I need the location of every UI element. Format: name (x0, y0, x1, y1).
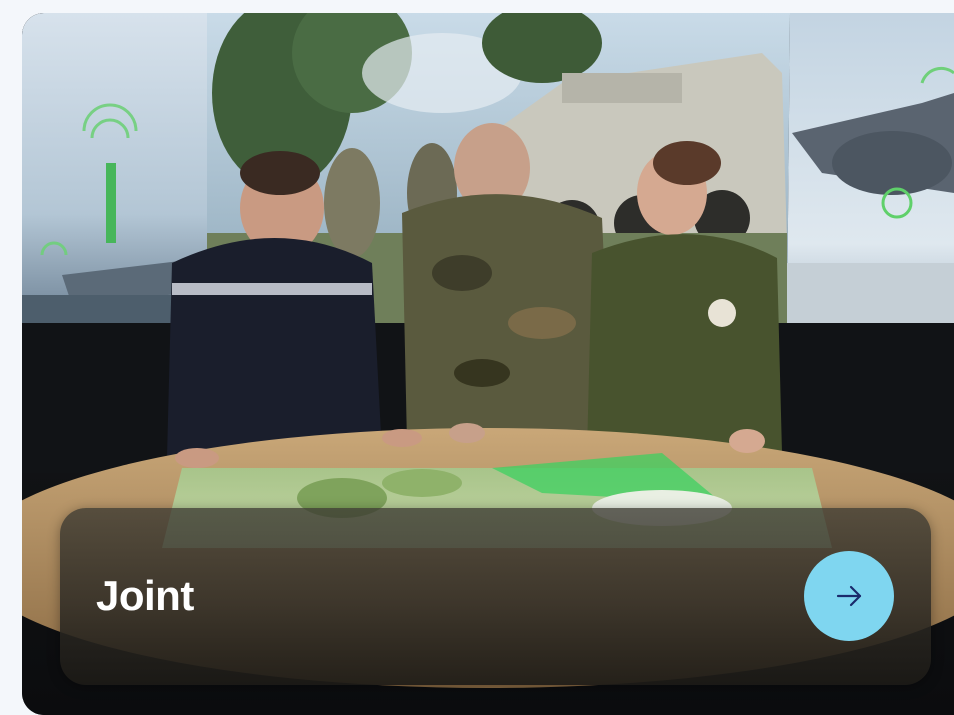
card-arrow-button[interactable] (804, 551, 894, 641)
arrow-right-icon (836, 585, 862, 607)
card-caption-panel: Joint (60, 508, 931, 685)
joint-card[interactable]: Joint (22, 13, 954, 715)
card-title: Joint (96, 572, 194, 619)
